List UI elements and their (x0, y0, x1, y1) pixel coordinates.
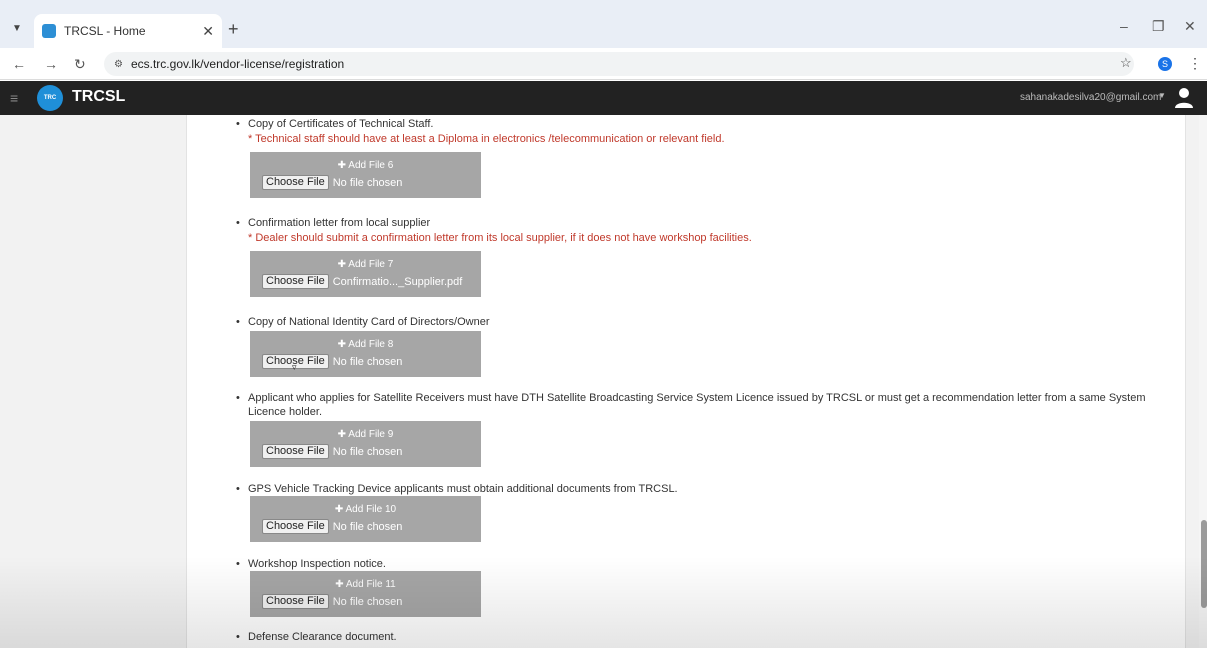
add-file-text: Add File 11 (345, 579, 396, 590)
file-input[interactable]: Choose File No file chosen (262, 444, 402, 459)
item-label: Copy of Certificates of Technical Staff. (236, 117, 1176, 131)
forward-icon[interactable]: → (44, 55, 58, 73)
user-email[interactable]: sahanakadesilva20@gmail.com (1020, 92, 1161, 103)
item-label: Defense Clearance document. (236, 630, 1176, 644)
add-file-text: Add File 6 (348, 160, 394, 171)
document-item-technical-staff: Copy of Certificates of Technical Staff.… (236, 117, 1176, 198)
back-icon[interactable]: ← (12, 55, 26, 73)
add-file-label[interactable]: ✚ Add File 6 (250, 160, 481, 171)
add-file-text: Add File 10 (345, 504, 397, 515)
file-upload-box[interactable]: ✚ Add File 8 Choose File No file chosen … (250, 331, 481, 377)
reload-icon[interactable]: ↻ (74, 55, 86, 73)
profile-avatar[interactable]: S (1158, 57, 1172, 71)
add-file-label[interactable]: ✚ Add File 10 (250, 504, 481, 515)
choose-file-button[interactable]: Choose File (262, 594, 329, 609)
close-window-icon[interactable]: ✕ (1184, 18, 1196, 35)
file-input[interactable]: Choose File No file chosen (262, 594, 402, 609)
add-file-label[interactable]: ✚ Add File 8 (250, 339, 481, 350)
mouse-cursor-icon: ▿ (292, 362, 297, 372)
file-upload-box[interactable]: ✚ Add File 6 Choose File No file chosen (250, 152, 481, 198)
item-label: GPS Vehicle Tracking Device applicants m… (236, 482, 1176, 496)
bookmark-star-icon[interactable]: ☆ (1120, 55, 1132, 71)
browser-tab[interactable]: TRCSL - Home ✕ (34, 14, 222, 48)
user-dropdown-caret-icon[interactable]: ▼ (1158, 91, 1166, 100)
minimize-icon[interactable]: – (1120, 18, 1128, 34)
file-upload-box[interactable]: ✚ Add File 7 Choose File Confirmatio..._… (250, 251, 481, 297)
file-name: No file chosen (332, 445, 403, 458)
add-file-text: Add File 7 (348, 259, 394, 270)
tab-title: TRCSL - Home (64, 24, 146, 38)
document-item-gps-tracking: GPS Vehicle Tracking Device applicants m… (236, 482, 1176, 542)
item-label: Workshop Inspection notice. (236, 557, 1176, 571)
document-item-workshop-inspection: Workshop Inspection notice. ✚ Add File 1… (236, 557, 1176, 617)
restore-icon[interactable]: ❐ (1152, 18, 1165, 35)
file-input[interactable]: Choose File No file chosen (262, 175, 402, 190)
document-item-supplier-letter: Confirmation letter from local supplier … (236, 216, 1176, 297)
brand-name[interactable]: TRCSL (72, 88, 125, 106)
document-item-satellite-licence: Applicant who applies for Satellite Rece… (236, 391, 1176, 467)
add-file-text: Add File 8 (348, 339, 394, 350)
add-file-label[interactable]: ✚ Add File 11 (250, 579, 481, 590)
item-label: Copy of National Identity Card of Direct… (236, 315, 1176, 329)
site-info-icon[interactable]: ⚙ (114, 59, 123, 70)
file-input[interactable]: Choose File Confirmatio..._Supplier.pdf (262, 274, 462, 289)
add-file-label[interactable]: ✚ Add File 7 (250, 259, 481, 270)
choose-file-button[interactable]: Choose File (262, 519, 329, 534)
file-upload-box[interactable]: ✚ Add File 9 Choose File No file chosen (250, 421, 481, 467)
browser-menu-icon[interactable]: ⋮ (1188, 55, 1202, 72)
file-name: No file chosen (332, 355, 403, 368)
document-item-defense-clearance: Defense Clearance document. (236, 630, 1176, 644)
tab-close-icon[interactable]: ✕ (202, 23, 214, 40)
user-avatar-icon[interactable] (1174, 87, 1194, 109)
url-text: ecs.trc.gov.lk/vendor-license/registrati… (130, 57, 345, 71)
document-item-nic: Copy of National Identity Card of Direct… (236, 315, 1176, 377)
item-label: Applicant who applies for Satellite Rece… (236, 391, 1176, 419)
item-note: * Dealer should submit a confirmation le… (248, 232, 752, 244)
add-file-text: Add File 9 (348, 429, 394, 440)
scrollbar-thumb[interactable] (1201, 520, 1207, 608)
file-input[interactable]: Choose File No file chosen (262, 354, 402, 369)
tab-favicon-icon (42, 24, 56, 38)
item-note: * Technical staff should have at least a… (248, 133, 725, 145)
browser-toolbar: ← → ↻ ⚙ ecs.trc.gov.lk/vendor-license/re… (0, 48, 1207, 80)
file-name: No file chosen (332, 595, 403, 608)
choose-file-button[interactable]: Choose File (262, 175, 329, 190)
file-upload-box[interactable]: ✚ Add File 10 Choose File No file chosen (250, 496, 481, 542)
new-tab-icon[interactable]: + (228, 20, 239, 38)
choose-file-button[interactable]: Choose File (262, 444, 329, 459)
browser-tab-strip: ▼ TRCSL - Home ✕ + – ❐ ✕ (0, 0, 1207, 48)
add-file-label[interactable]: ✚ Add File 9 (250, 429, 481, 440)
trcsl-logo: TRC (37, 85, 63, 111)
file-name: Confirmatio..._Supplier.pdf (332, 275, 463, 288)
file-name: No file chosen (332, 176, 403, 189)
app-header: ≡ TRC TRCSL sahanakadesilva20@gmail.com … (0, 81, 1207, 115)
file-upload-box[interactable]: ✚ Add File 11 Choose File No file chosen (250, 571, 481, 617)
choose-file-button[interactable]: Choose File (262, 274, 329, 289)
file-name: No file chosen (332, 520, 403, 533)
tab-search-icon[interactable]: ▼ (8, 20, 26, 38)
file-input[interactable]: Choose File No file chosen (262, 519, 402, 534)
hamburger-menu-icon[interactable]: ≡ (10, 90, 18, 106)
item-label: Confirmation letter from local supplier (236, 216, 1176, 230)
address-bar[interactable]: ⚙ ecs.trc.gov.lk/vendor-license/registra… (104, 52, 1134, 76)
